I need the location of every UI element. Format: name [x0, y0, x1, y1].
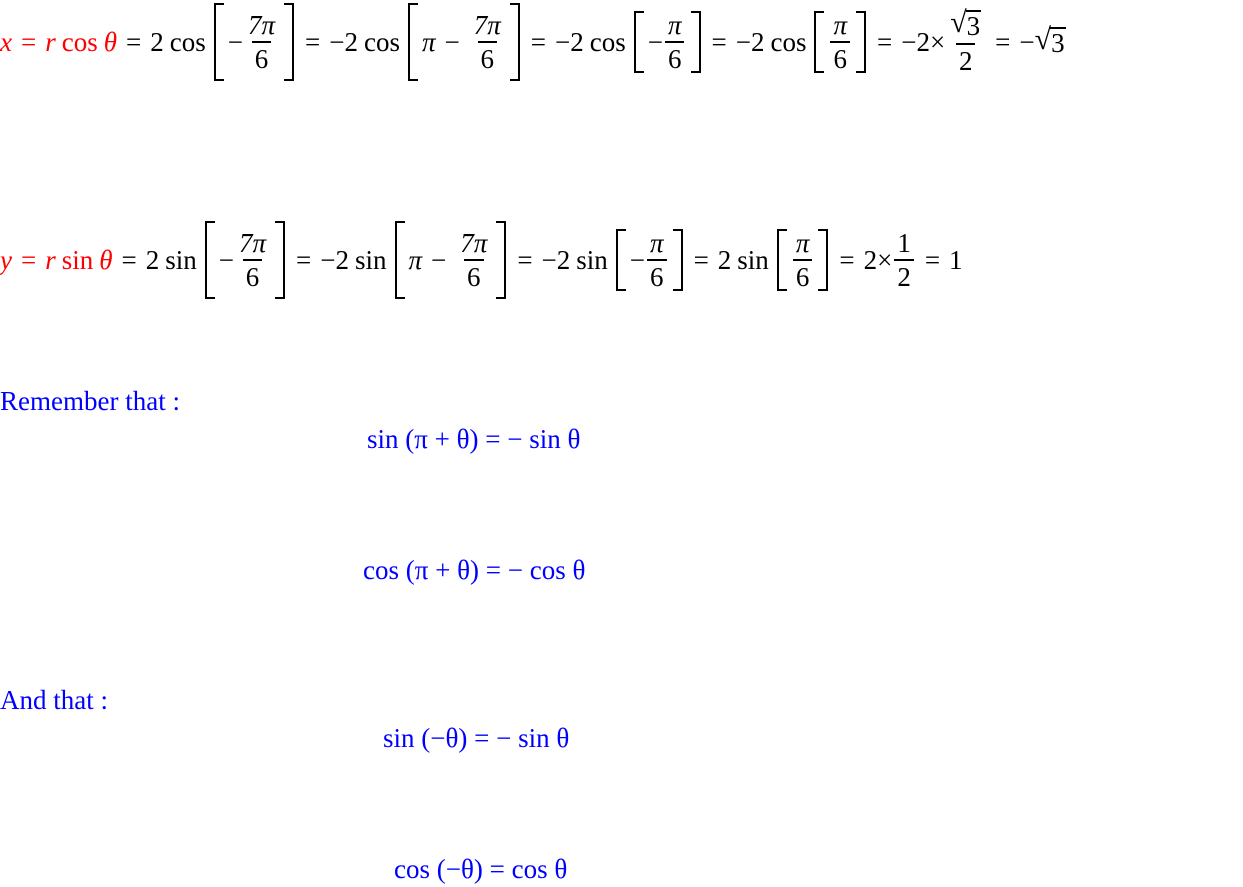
- result: 1: [949, 244, 963, 275]
- minus-sign: −: [227, 26, 243, 57]
- y-variable: y: [0, 244, 12, 275]
- right-bracket: [818, 229, 829, 291]
- minus-sign: −: [218, 244, 234, 275]
- equals-sign: =: [126, 26, 142, 57]
- fraction: 7π 6: [460, 228, 488, 292]
- bracket-group: π − 7π 6: [407, 3, 520, 81]
- cos-function: cos: [589, 26, 626, 57]
- right-bracket: [856, 11, 866, 73]
- sin-function: sin: [61, 244, 94, 275]
- theta-symbol: θ: [103, 26, 117, 57]
- coefficient: −2: [329, 26, 358, 57]
- coefficient: −2: [901, 26, 930, 57]
- equals-sign: =: [20, 244, 37, 275]
- times-sign: ×: [877, 244, 893, 275]
- equals-sign: =: [517, 244, 533, 275]
- equals-sign: =: [305, 26, 321, 57]
- identity-cos-pi-plus-theta: cos (π + θ) = − cos θ: [363, 555, 586, 585]
- left-bracket: [394, 221, 405, 299]
- equals-sign: =: [877, 26, 893, 57]
- cos-function: cos: [363, 26, 400, 57]
- minus-sign: −: [629, 244, 646, 275]
- coefficient: 2: [150, 26, 164, 57]
- minus-sign: −: [1019, 26, 1035, 57]
- bracket-group: − 7π 6: [213, 3, 294, 81]
- cos-function: cos: [770, 26, 807, 57]
- equals-sign: =: [924, 244, 941, 275]
- equals-sign: =: [530, 26, 546, 57]
- bracket-group: π − 7π 6: [394, 221, 507, 299]
- left-bracket: [615, 229, 626, 291]
- minus-sign: −: [647, 26, 663, 57]
- right-bracket: [496, 221, 507, 299]
- minus-sign: −: [431, 244, 447, 275]
- equals-sign: =: [693, 244, 709, 275]
- left-bracket: [407, 3, 418, 81]
- pi-symbol: π: [421, 26, 436, 57]
- equals-sign: =: [121, 244, 137, 275]
- x-equation: x = r cos θ = 2 cos − 7π 6 = −2 cos π − 7…: [0, 0, 1066, 84]
- identity-sin-pi-plus-theta: sin (π + θ) = − sin θ: [367, 424, 581, 454]
- equals-sign: =: [995, 26, 1011, 57]
- times-sign: ×: [929, 26, 946, 57]
- fraction: π6: [664, 11, 685, 73]
- coefficient: −2: [735, 26, 765, 57]
- equals-sign: =: [296, 244, 312, 275]
- sin-function: sin: [355, 244, 387, 275]
- bracket-group: − 7π 6: [204, 221, 286, 299]
- fraction: π6: [647, 229, 667, 291]
- coefficient: −2: [555, 26, 584, 57]
- fraction: 7π 6: [239, 228, 267, 292]
- x-variable: x: [0, 26, 12, 57]
- left-bracket: [633, 11, 644, 73]
- r-variable: r: [45, 26, 56, 57]
- fraction: 7π 6: [247, 10, 275, 74]
- cos-function: cos: [169, 26, 206, 57]
- coefficient: −2: [541, 244, 571, 275]
- equals-sign: =: [20, 26, 37, 57]
- coefficient: 2: [863, 244, 878, 275]
- left-bracket: [814, 11, 825, 73]
- bracket-group: − π6: [633, 11, 701, 73]
- left-bracket: [204, 221, 215, 299]
- coefficient: 2: [145, 244, 160, 275]
- minus-sign: −: [444, 26, 460, 57]
- identity-cos-neg-theta: cos (−θ) = cos θ: [394, 854, 568, 884]
- left-bracket: [776, 229, 787, 291]
- y-equation: y = r sin θ = 2 sin − 7π 6 = −2 sin π − 7…: [0, 218, 963, 302]
- coefficient: −2: [320, 244, 349, 275]
- right-bracket: [509, 3, 520, 81]
- bracket-group: π6: [776, 229, 829, 291]
- sin-function: sin: [576, 244, 608, 275]
- right-bracket: [275, 221, 286, 299]
- sin-function: sin: [737, 244, 769, 275]
- square-root: √ 3: [1034, 23, 1066, 59]
- cos-function: cos: [61, 26, 98, 57]
- fraction: π6: [792, 229, 813, 291]
- square-root: √ 3: [950, 6, 982, 42]
- remember-note: Remember that :: [0, 386, 180, 416]
- fraction: √ 3 2: [950, 6, 982, 77]
- pi-symbol: π: [408, 244, 423, 275]
- right-bracket: [690, 11, 701, 73]
- r-variable: r: [45, 244, 56, 275]
- sin-function: sin: [165, 244, 197, 275]
- left-bracket: [213, 3, 224, 81]
- bracket-group: − π6: [615, 229, 683, 291]
- equals-sign: =: [711, 26, 727, 57]
- fraction: 7π 6: [473, 10, 501, 74]
- right-bracket: [284, 3, 294, 81]
- coefficient: 2: [717, 244, 732, 275]
- bracket-group: π6: [814, 11, 866, 73]
- identity-sin-neg-theta: sin (−θ) = − sin θ: [383, 723, 570, 753]
- right-bracket: [672, 229, 683, 291]
- fraction: 12: [894, 229, 914, 291]
- equals-sign: =: [839, 244, 855, 275]
- theta-symbol: θ: [99, 244, 113, 275]
- fraction: π6: [830, 11, 850, 73]
- and-that-note: And that :: [0, 685, 108, 715]
